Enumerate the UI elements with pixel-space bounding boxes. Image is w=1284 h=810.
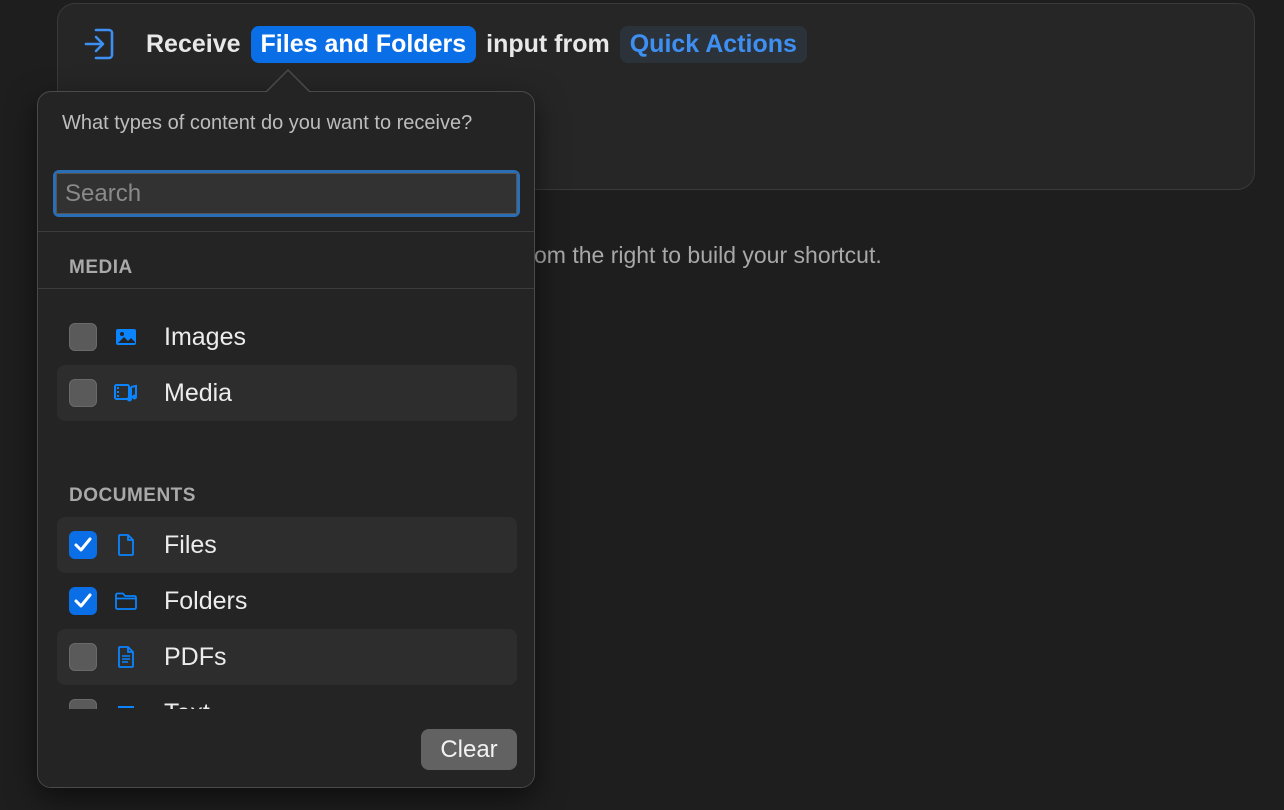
list-item-pdfs[interactable]: PDFs (57, 629, 517, 685)
text-checkbox[interactable] (69, 699, 97, 709)
popover-arrow-fill (267, 71, 309, 92)
files-checkbox[interactable] (69, 531, 97, 559)
popover-footer: Clear (38, 709, 534, 787)
list-item-folders[interactable]: Folders (57, 573, 517, 629)
checkmark-icon (74, 537, 92, 552)
list-item-text[interactable]: Text (57, 685, 517, 709)
input-type-token[interactable]: Files and Folders (250, 25, 477, 63)
empty-hint-text: om the right to build your shortcut. (534, 242, 882, 268)
source-token[interactable]: Quick Actions (619, 25, 807, 63)
text-icon (114, 701, 138, 709)
section-header-documents: DOCUMENTS (69, 485, 196, 506)
item-label: PDFs (164, 642, 227, 671)
photo-icon (114, 325, 138, 349)
item-label: Text (164, 699, 210, 710)
item-label: Files (164, 530, 217, 559)
pdf-document-icon (114, 645, 138, 669)
item-label: Folders (164, 586, 248, 615)
search-field-frame (53, 170, 520, 217)
popover-question: What types of content do you want to rec… (62, 112, 473, 134)
file-icon (114, 533, 138, 557)
list-item-media[interactable]: Media (57, 365, 517, 421)
images-checkbox[interactable] (69, 323, 97, 351)
receive-label: Receive (146, 29, 241, 58)
section-divider (38, 288, 534, 289)
content-type-popover: What types of content do you want to rec… (37, 91, 535, 788)
input-from-label: input from (486, 29, 610, 58)
receive-action-row: Receive Files and Folders input from Qui… (82, 24, 807, 64)
pdfs-checkbox[interactable] (69, 643, 97, 671)
checkmark-icon (74, 593, 92, 608)
search-input[interactable] (56, 173, 517, 214)
clear-button[interactable]: Clear (421, 729, 517, 770)
folders-checkbox[interactable] (69, 587, 97, 615)
content-type-list[interactable]: MEDIA Images Media DOCUMENTS Files Folde… (38, 232, 534, 709)
receive-input-icon (82, 24, 116, 64)
media-checkbox[interactable] (69, 379, 97, 407)
folder-icon (114, 589, 138, 613)
shortcut-editor: Receive Files and Folders input from Qui… (0, 0, 1284, 810)
media-icon (114, 381, 138, 405)
item-label: Media (164, 378, 233, 407)
list-item-files[interactable]: Files (57, 517, 517, 573)
item-label: Images (164, 322, 246, 351)
section-header-media: MEDIA (69, 257, 133, 278)
list-item-images[interactable]: Images (57, 309, 517, 365)
